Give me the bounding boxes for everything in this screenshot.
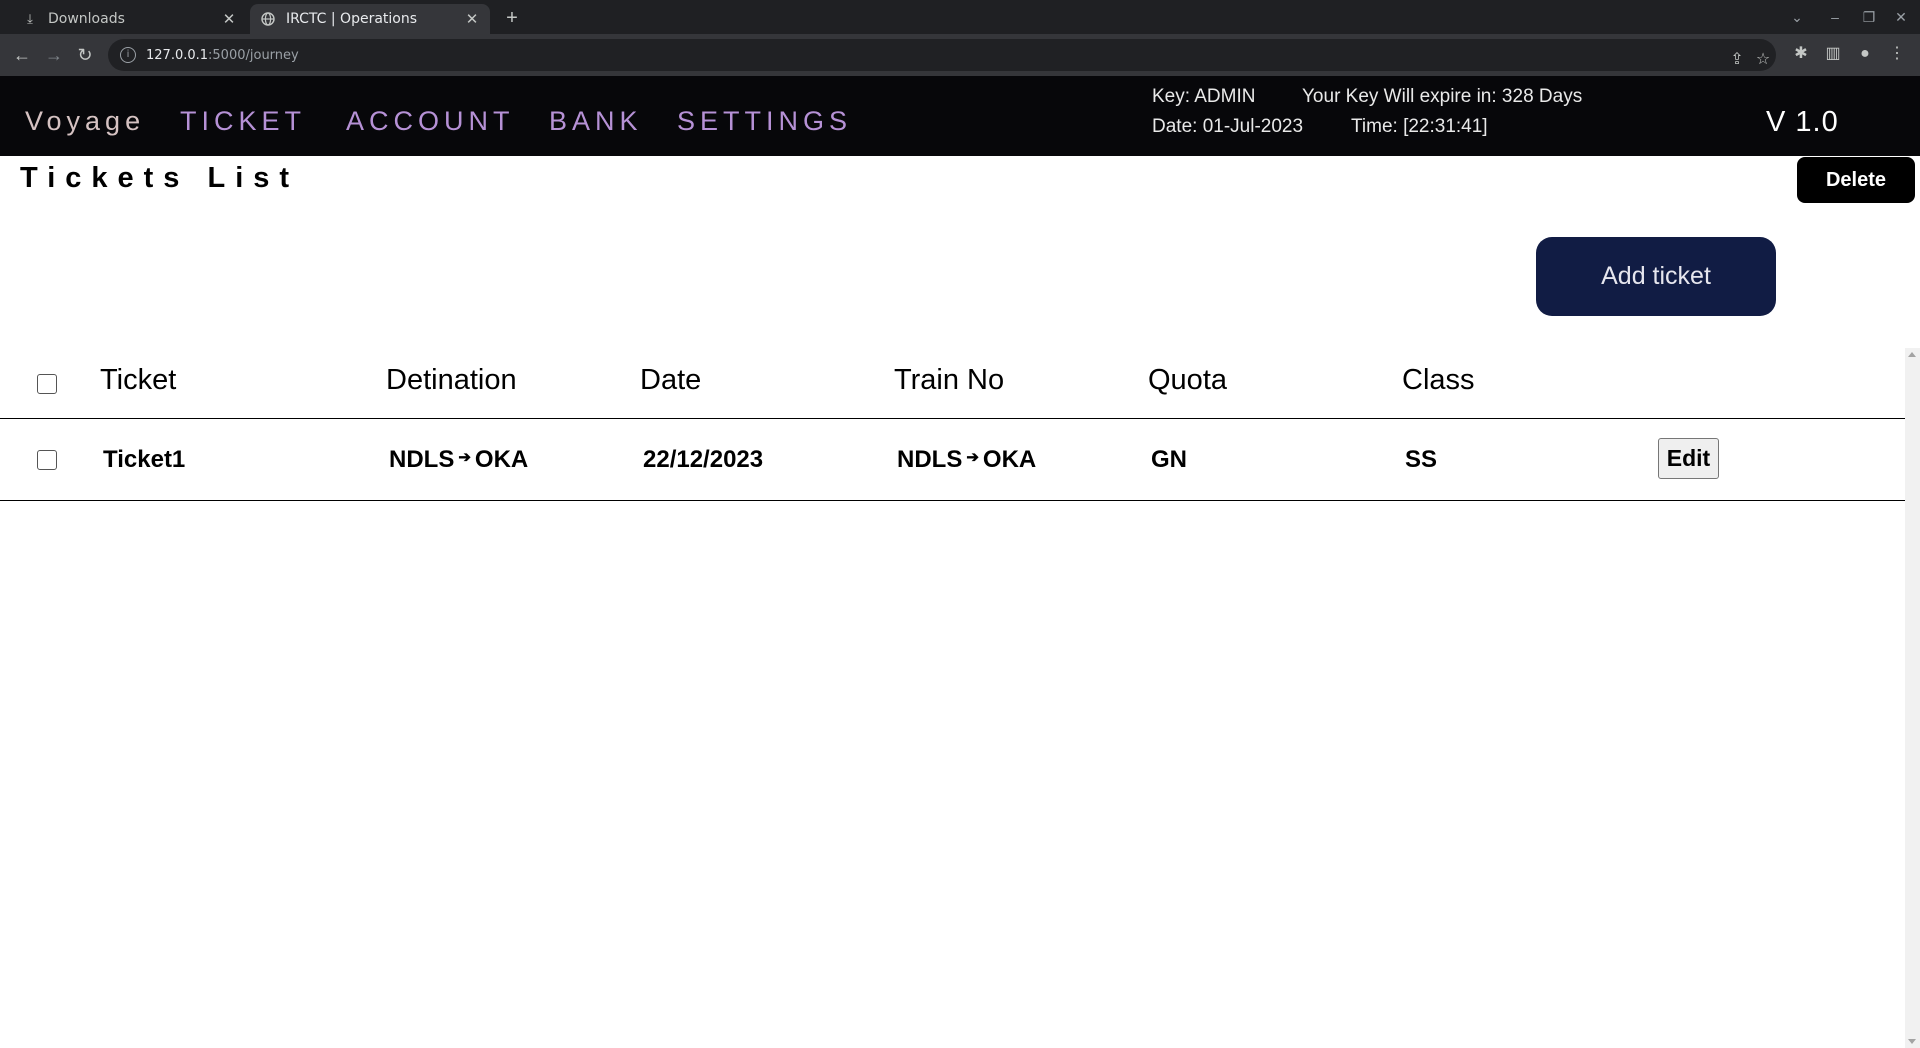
browser-toolbar: ← → ↻ i 127.0.0.1:5000/journey ⇪ ☆ ✱ ▥ ●… [0, 34, 1920, 76]
vertical-scrollbar[interactable] [1905, 348, 1920, 1048]
tickets-table: Ticket Detination Date Train No Quota Cl… [0, 346, 1905, 501]
more-menu-icon[interactable]: ⋮ [1886, 43, 1908, 65]
train-from: NDLS [897, 446, 963, 473]
scroll-up-arrow-icon[interactable] [1908, 352, 1916, 357]
close-icon[interactable]: ✕ [464, 10, 480, 28]
row-checkbox[interactable] [37, 450, 57, 470]
ticket-cell: Ticket1 [103, 446, 186, 473]
profile-icon[interactable]: ● [1854, 43, 1876, 65]
nav-item-account[interactable]: ACCOUNT [346, 106, 515, 137]
key-expiry-label: Your Key Will expire in: 328 Days [1302, 86, 1583, 107]
page-title: Tickets List [20, 162, 300, 194]
url-host: 127.0.0.1 [146, 47, 209, 63]
new-tab-button[interactable]: + [500, 6, 524, 30]
select-all-checkbox[interactable] [37, 374, 57, 394]
app-navbar: Voyage TICKET ACCOUNT BANK SETTINGS Key:… [0, 76, 1920, 156]
edit-button[interactable]: Edit [1658, 438, 1719, 479]
address-bar[interactable]: i 127.0.0.1:5000/journey ⇪ ☆ [108, 39, 1776, 71]
arrow-right-icon: ➔ [966, 449, 979, 466]
download-icon: ⤓ [27, 11, 33, 27]
train-no-cell: NDLS ➔ OKA [897, 446, 1036, 474]
tab-downloads[interactable]: ⤓ Downloads ✕ [12, 4, 247, 34]
globe-icon [260, 11, 276, 27]
side-panel-icon[interactable]: ▥ [1822, 43, 1844, 65]
key-label: Key: ADMIN [1152, 86, 1256, 107]
info-icon[interactable]: i [120, 47, 136, 63]
class-cell: SS [1405, 446, 1438, 473]
column-header-class: Class [1402, 364, 1475, 396]
add-ticket-button[interactable]: Add ticket [1536, 237, 1776, 316]
column-header-ticket: Ticket [100, 364, 177, 396]
column-header-destination: Detination [386, 364, 517, 396]
url-path: :5000/journey [208, 47, 299, 63]
column-header-date: Date [640, 364, 702, 396]
minimize-icon[interactable]: – [1824, 6, 1846, 28]
restore-icon[interactable]: ❐ [1858, 6, 1880, 28]
close-icon[interactable]: ✕ [221, 10, 237, 28]
date-cell: 22/12/2023 [643, 446, 764, 473]
quota-cell: GN [1151, 446, 1187, 473]
table-row[interactable]: Ticket1 NDLS ➔ OKA 22/12/2023 NDLS ➔ OKA GN … [0, 419, 1905, 501]
delete-button[interactable]: Delete [1797, 157, 1915, 203]
nav-item-bank[interactable]: BANK [549, 106, 643, 137]
arrow-right-icon: ➔ [458, 449, 471, 466]
back-arrow-icon[interactable]: ← [10, 43, 34, 67]
scroll-down-arrow-icon[interactable] [1908, 1039, 1916, 1044]
share-icon[interactable]: ⇪ [1726, 48, 1748, 70]
column-header-train-no: Train No [894, 364, 1005, 396]
brand-logo-text[interactable]: Voyage [25, 106, 145, 137]
forward-arrow-icon[interactable]: → [42, 43, 66, 67]
destination-cell: NDLS ➔ OKA [389, 446, 528, 474]
tab-label: Downloads [48, 11, 125, 27]
tab-irctc-operations[interactable]: IRCTC | Operations ✕ [250, 4, 490, 34]
column-header-quota: Quota [1148, 364, 1227, 396]
time-label: Time: [22:31:41] [1351, 116, 1488, 137]
version-label: V 1.0 [1766, 106, 1839, 138]
nav-item-settings[interactable]: SETTINGS [677, 106, 852, 137]
destination-to: OKA [474, 446, 529, 473]
table-header-row: Ticket Detination Date Train No Quota Cl… [0, 346, 1905, 419]
close-window-icon[interactable]: ✕ [1890, 6, 1912, 28]
train-to: OKA [982, 446, 1037, 473]
nav-item-ticket[interactable]: TICKET [180, 106, 306, 137]
star-icon[interactable]: ☆ [1752, 48, 1774, 70]
browser-tab-bar: ⤓ Downloads ✕ IRCTC | Operations ✕ + ⌄ –… [0, 0, 1920, 34]
extensions-icon[interactable]: ✱ [1790, 43, 1812, 65]
chevron-down-icon[interactable]: ⌄ [1786, 6, 1808, 28]
tab-label: IRCTC | Operations [286, 11, 418, 27]
date-label: Date: 01-Jul-2023 [1152, 116, 1304, 137]
reload-icon[interactable]: ↻ [73, 43, 97, 67]
destination-from: NDLS [389, 446, 455, 473]
